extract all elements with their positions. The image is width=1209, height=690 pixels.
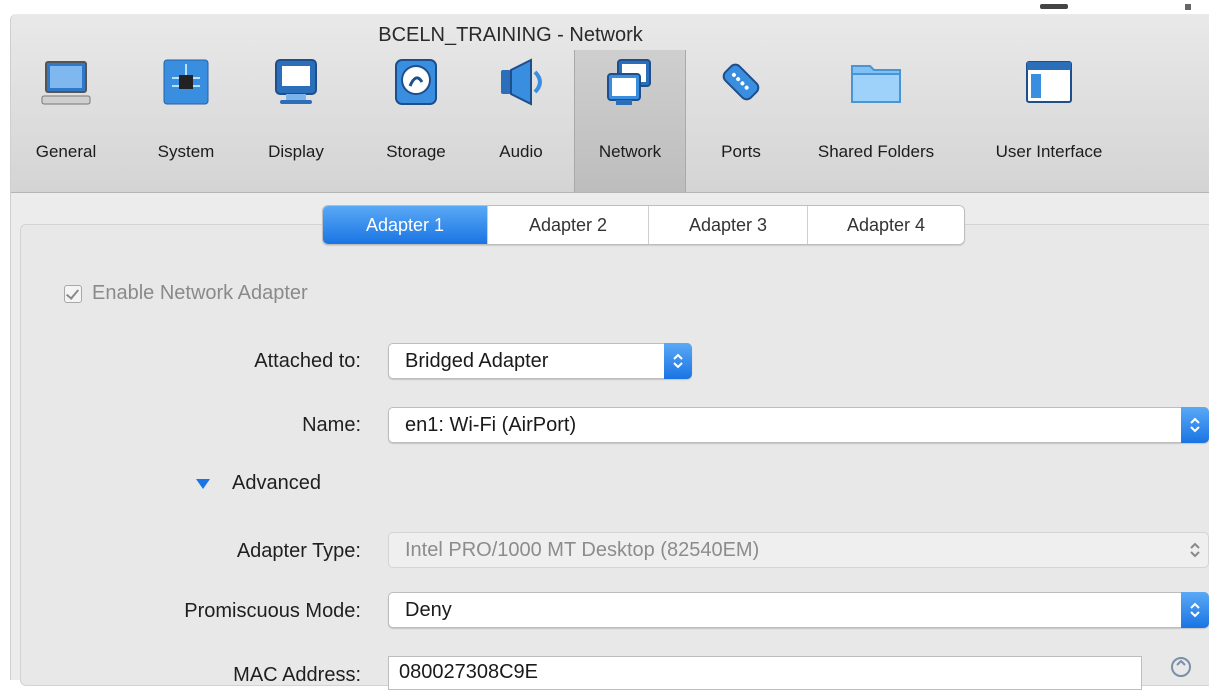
tab-adapter-3[interactable]: Adapter 3	[648, 206, 807, 244]
adapter-type-label: Adapter Type:	[236, 540, 361, 562]
name-value: en1: Wi-Fi (AirPort)	[405, 414, 577, 436]
mac-address-field[interactable]: 080027308C9E	[388, 656, 1142, 690]
advanced-label: Advanced	[232, 472, 321, 494]
network-icon	[607, 59, 651, 105]
chevron-updown-icon	[664, 343, 692, 379]
chevron-updown-icon	[1181, 407, 1209, 443]
toolbar-label: Display	[268, 142, 324, 161]
disk-icon	[395, 59, 437, 105]
toolbar-label: User Interface	[995, 142, 1103, 161]
speaker-icon	[501, 58, 542, 106]
toolbar-item-ports[interactable]: Ports	[701, 50, 781, 192]
attached-to-value: Bridged Adapter	[405, 350, 549, 372]
window-icon	[1026, 61, 1072, 103]
promiscuous-mode-label: Promiscuous Mode:	[184, 600, 361, 622]
name-select[interactable]: en1: Wi-Fi (AirPort)	[388, 407, 1209, 443]
folder-icon	[851, 65, 901, 103]
toolbar-item-system[interactable]: System	[146, 50, 226, 192]
attached-to-label: Attached to:	[254, 350, 361, 372]
chevron-updown-icon	[1181, 592, 1209, 628]
tab-adapter-4[interactable]: Adapter 4	[807, 206, 964, 244]
name-label: Name:	[302, 414, 361, 436]
toolbar-label: Shared Folders	[817, 142, 935, 161]
refresh-mac-icon[interactable]	[1170, 656, 1192, 678]
enable-adapter-label: Enable Network Adapter	[92, 282, 308, 304]
toolbar-label: System	[157, 142, 215, 161]
adapter-tabs: Adapter 1 Adapter 2 Adapter 3 Adapter 4	[322, 205, 965, 245]
chip-icon	[163, 59, 209, 105]
settings-toolbar: BCELN_TRAINING - Network General System	[11, 14, 1209, 193]
cropped-mark	[1040, 4, 1068, 9]
toolbar-item-display[interactable]: Display	[256, 50, 336, 192]
toolbar-item-shared-folders[interactable]: Shared Folders	[796, 50, 956, 192]
mac-address-label: MAC Address:	[233, 664, 361, 686]
mac-address-value: 080027308C9E	[399, 661, 539, 683]
toolbar-label: General	[35, 142, 97, 161]
serial-port-icon	[722, 63, 760, 101]
monitor-icon	[41, 61, 91, 105]
toolbar-item-storage[interactable]: Storage	[371, 50, 461, 192]
tab-adapter-2[interactable]: Adapter 2	[487, 206, 648, 244]
chevron-updown-icon	[1181, 532, 1209, 568]
enable-adapter-checkbox[interactable]	[64, 284, 82, 303]
attached-to-select[interactable]: Bridged Adapter	[388, 343, 692, 379]
toolbar-label: Storage	[386, 142, 446, 161]
promiscuous-mode-select[interactable]: Deny	[388, 592, 1209, 628]
toolbar-item-audio[interactable]: Audio	[486, 50, 556, 192]
promiscuous-mode-value: Deny	[405, 599, 452, 621]
disclosure-triangle-icon	[196, 478, 210, 489]
advanced-disclosure[interactable]: Advanced	[196, 472, 321, 495]
display-icon	[275, 59, 317, 104]
adapter-type-select[interactable]: Intel PRO/1000 MT Desktop (82540EM)	[388, 532, 1209, 568]
window-title: BCELN_TRAINING - Network	[378, 24, 643, 46]
adapter-type-value: Intel PRO/1000 MT Desktop (82540EM)	[405, 539, 760, 561]
tab-adapter-1[interactable]: Adapter 1	[323, 206, 487, 244]
toolbar-label: Ports	[721, 142, 761, 161]
toolbar-item-network[interactable]: Network	[574, 50, 686, 192]
toolbar-item-user-interface[interactable]: User Interface	[979, 50, 1119, 192]
enable-network-adapter[interactable]: Enable Network Adapter	[64, 282, 308, 305]
toolbar-label: Network	[598, 142, 662, 161]
cropped-text-strip	[0, 0, 1209, 14]
cropped-mark	[1185, 4, 1191, 10]
toolbar-item-general[interactable]: General	[31, 50, 101, 192]
toolbar-label: Audio	[499, 142, 543, 161]
